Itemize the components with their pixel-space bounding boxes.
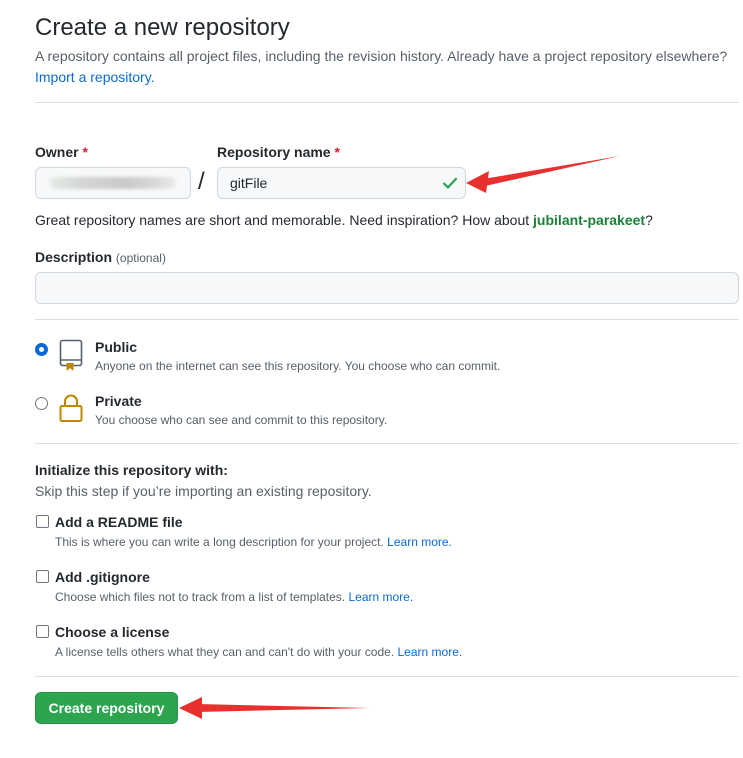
gitignore-description: Choose which files not to track from a l… [55,590,414,604]
annotation-arrow-repo-name-head [466,171,489,193]
divider [35,319,739,320]
gitignore-label: Add .gitignore [55,569,150,585]
divider [35,102,739,103]
name-suggestion-link[interactable]: jubilant-parakeet [533,212,645,228]
repo-book-icon [59,339,83,371]
lock-icon [59,394,83,422]
required-mark: * [82,144,88,160]
annotation-arrow-create-shaft [197,704,370,712]
annotation-arrow-create-head [179,697,202,719]
optional-tag: (optional) [115,251,166,265]
annotation-arrow-repo-name-shaft [483,156,620,186]
license-description: A license tells others what they can and… [55,645,463,659]
import-repository-link[interactable]: Import a repository. [35,69,155,85]
readme-description: This is where you can write a long descr… [55,535,452,549]
divider [35,443,739,444]
initialize-subtitle: Skip this step if you’re importing an ex… [35,483,372,499]
owner-avatar-blurred [50,177,176,189]
gitignore-checkbox[interactable] [36,570,49,583]
description-label: Description (optional) [35,249,166,265]
create-repository-button[interactable]: Create repository [35,692,178,724]
page-subtitle: A repository contains all project files,… [35,48,728,64]
license-learn-more-link[interactable]: Learn more. [398,645,463,659]
required-mark: * [334,144,340,160]
private-description: You choose who can see and commit to thi… [95,413,388,427]
initialize-title: Initialize this repository with: [35,462,228,478]
divider [35,676,739,677]
owner-select[interactable] [35,167,191,199]
private-title: Private [95,393,142,409]
private-radio[interactable] [35,397,48,410]
page-title: Create a new repository [35,14,290,41]
gitignore-learn-more-link[interactable]: Learn more. [348,590,413,604]
public-description: Anyone on the internet can see this repo… [95,359,501,373]
repo-name-hint: Great repository names are short and mem… [35,212,653,228]
check-icon [442,177,458,189]
repo-name-input[interactable] [217,167,466,199]
license-checkbox[interactable] [36,625,49,638]
public-title: Public [95,339,138,355]
description-input[interactable] [35,272,739,304]
readme-label: Add a README file [55,514,183,530]
owner-repo-separator: / [198,168,205,195]
owner-label: Owner * [35,144,88,160]
license-label: Choose a license [55,624,170,640]
readme-checkbox[interactable] [36,515,49,528]
public-radio[interactable] [35,343,48,356]
repo-name-label: Repository name * [217,144,340,160]
readme-learn-more-link[interactable]: Learn more. [387,535,452,549]
